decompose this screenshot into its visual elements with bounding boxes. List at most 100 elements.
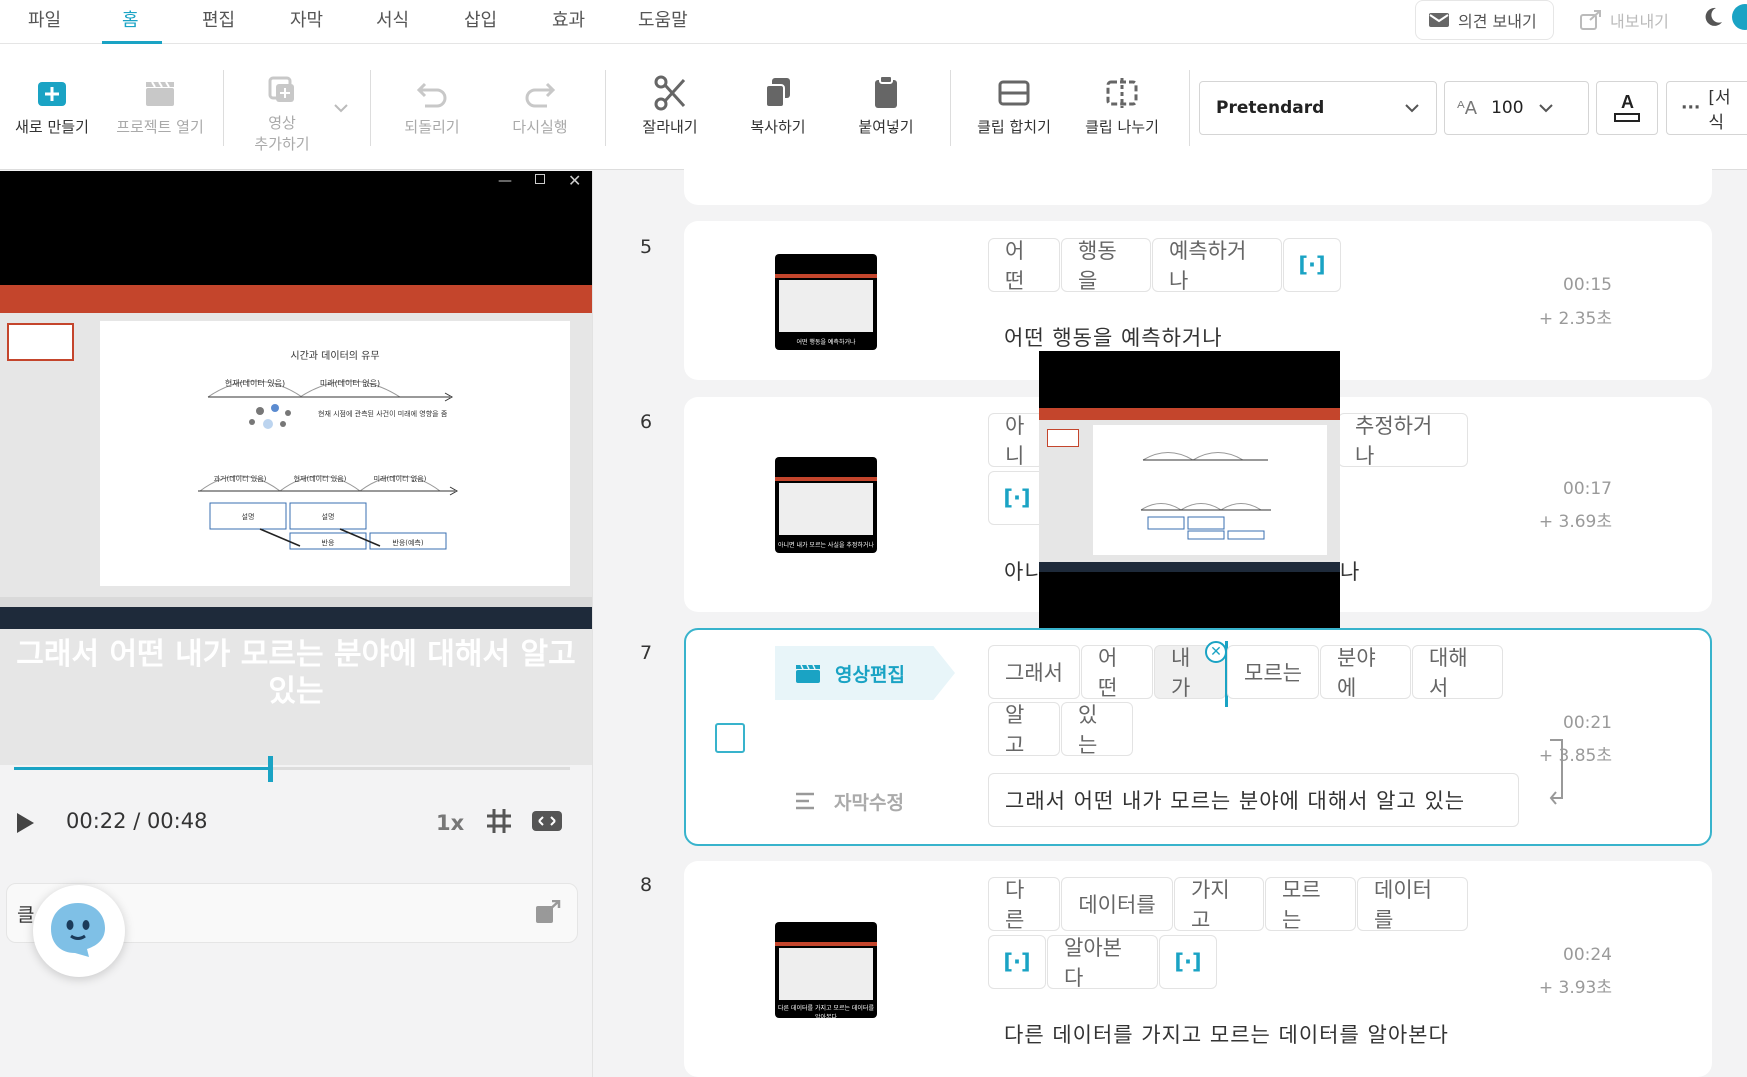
word-chip[interactable]: 예측하거나 [1152,238,1282,293]
row-7-checkbox[interactable] [715,723,745,753]
subtitle-edit-field[interactable]: 그래서 어떤 내가 모르는 분야에 대해서 알고 있는 [988,773,1519,827]
menu-help[interactable]: 도움말 [638,6,688,32]
more-format-button[interactable]: ··· [서식 [1666,81,1747,135]
row-number: 5 [640,236,653,258]
row-time: 00:24 [1563,945,1612,965]
chevron-down-icon[interactable] [333,102,349,114]
row-5-thumbnail[interactable]: 어떤 행동을 예측하거나 [775,254,877,350]
clip-input-prefix: 클 [17,904,35,926]
row-4-card[interactable] [684,150,1712,205]
plus-icon [38,82,66,106]
menu-subtitle[interactable]: 자막 [290,6,323,32]
scissors-icon [654,75,686,111]
dark-mode-icon[interactable] [1702,6,1724,28]
menu-file[interactable]: 파일 [28,6,61,32]
slide-box1: 설명 [242,512,255,521]
slide-box2: 설명 [322,512,335,521]
row-duration: + 3.69초 [1538,512,1612,532]
open-project-label: 프로젝트 열기 [116,118,204,136]
word-chip[interactable]: 데이터를 [1357,877,1468,932]
split-clip-button[interactable]: 클립 나누기 [1072,72,1172,137]
subtitle-edit-label[interactable]: 자막수정 [834,788,904,815]
row-6-thumbnail[interactable]: 아니면 내가 모르는 사실을 추정하거나 [775,457,877,553]
menu-insert[interactable]: 삽입 [464,6,497,32]
new-button[interactable]: 새로 만들기 [2,72,102,137]
chatbot-icon [51,903,105,957]
row-duration: + 2.35초 [1538,309,1612,329]
ppt-ribbon [0,285,592,313]
word-chip[interactable]: 모르는 [1265,877,1356,932]
word-chip[interactable]: 데이터를 [1061,877,1173,931]
feedback-button[interactable]: 의견 보내기 [1415,0,1554,40]
merge-bracket-icon[interactable] [1548,738,1566,810]
word-chip[interactable]: 가지고 [1174,877,1264,932]
silence-chip[interactable]: [·] [1283,238,1341,292]
speed-button[interactable]: 1x [436,811,464,835]
remove-split-icon[interactable]: ✕ [1205,641,1227,663]
font-color-button[interactable]: A [1596,81,1658,135]
merge-clip-label: 클립 합치기 [977,118,1051,136]
redo-button[interactable]: 다시실행 [490,72,590,137]
open-project-button[interactable]: 프로젝트 열기 [110,72,210,137]
paste-button[interactable]: 붙여넣기 [836,72,936,137]
cut-button[interactable]: 잘라내기 [620,72,720,137]
play-icon[interactable] [14,811,36,835]
word-chip[interactable]: 대해서 [1412,645,1503,700]
row-number: 6 [640,411,653,433]
slide-arc2-now: 현재(데이터 있음) [294,474,347,483]
subtitle-line[interactable]: 어떤 행동을 예측하거나 [1004,322,1223,352]
word-chip[interactable]: 어떤 [988,238,1060,293]
copy-button[interactable]: 복사하기 [728,72,828,137]
word-chip[interactable]: 다른 [988,877,1060,932]
word-chip[interactable]: 아니 [988,413,1044,468]
menu-format[interactable]: 서식 [376,6,409,32]
export-button[interactable]: 내보내기 [1568,0,1688,40]
row-number: 8 [640,874,653,896]
word-chip[interactable]: 분야에 [1320,645,1411,700]
menu-edit[interactable]: 편집 [202,6,235,32]
word-chip[interactable]: 알아본다 [1047,935,1158,990]
grid-icon[interactable] [485,807,513,835]
feedback-label: 의견 보내기 [1458,12,1537,31]
subtitle-line[interactable]: 다른 데이터를 가지고 모르는 데이터를 알아본다 [1004,1019,1449,1049]
menu-home[interactable]: 홈 [122,6,139,32]
aspect-ratio-icon[interactable] [531,809,563,833]
word-chip[interactable]: 행동을 [1061,238,1151,293]
preview-slide [1093,425,1327,555]
word-chip[interactable]: 모르는 [1227,645,1319,699]
merge-icon [998,80,1030,106]
video-edit-tag[interactable]: 영상편집 [775,646,955,700]
font-size-select[interactable]: ᴬA 100 [1444,81,1589,135]
undo-button[interactable]: 되돌리기 [382,72,482,137]
merge-clip-button[interactable]: 클립 합치기 [964,72,1064,137]
silence-chip[interactable]: [·] [988,471,1046,525]
text-color-icon: A [1614,92,1640,122]
slide-arc-future: 미래(데이터 없음) [320,378,380,388]
word-chip[interactable]: 알고 [988,702,1060,757]
slide-note: 현재 시점에 관측된 사건이 미래에 영향을 줌 [318,409,448,418]
theme-toggle[interactable] [1732,4,1747,30]
menu-effects[interactable]: 효과 [552,6,585,32]
word-chip[interactable]: 그래서 [988,645,1080,699]
subtitle-line-right[interactable]: 나 [1340,556,1360,586]
video-preview[interactable]: — ✕ 시간과 데이터의 유무 현재(데이터 있음) 미래(데이터 없음) 현재… [0,171,592,765]
row-8-thumbnail[interactable]: 다른 데이터를 가지고 모르는 데이터를 알아본다 [775,922,877,1018]
seek-handle[interactable] [267,756,273,782]
row-time: 00:21 [1563,713,1612,733]
chatbot-button[interactable] [33,885,125,977]
seek-progress [14,767,270,770]
add-video-button[interactable]: 영상 추가하기 [232,68,332,154]
word-chip[interactable]: 추정하거나 [1338,413,1468,468]
silence-chip[interactable]: [·] [988,935,1046,989]
slide-box3: 반응 [322,538,335,547]
preview-panel: — ✕ 시간과 데이터의 유무 현재(데이터 있음) 미래(데이터 없음) 현재… [0,171,593,1077]
word-chip[interactable]: 있는 [1061,702,1133,757]
open-external-icon[interactable] [535,900,561,924]
word-chip[interactable]: 어떤 [1081,645,1153,700]
font-select[interactable]: Pretendard [1199,81,1437,135]
svg-text:A: A [1621,92,1634,112]
copy-label: 복사하기 [750,118,806,136]
ppt-statusbar [0,597,592,607]
silence-chip[interactable]: [·] [1159,935,1217,989]
export-label: 내보내기 [1610,12,1669,31]
